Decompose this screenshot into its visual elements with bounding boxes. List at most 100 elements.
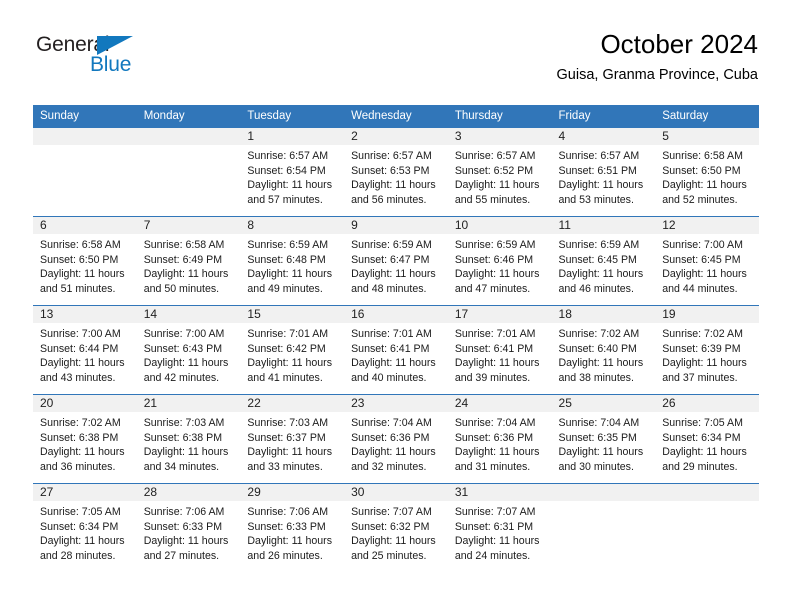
day-number: 24 (447, 395, 552, 412)
day-cell-inner: 7 Sunrise: 6:58 AM Sunset: 6:49 PM Daylight… (136, 217, 241, 305)
sunset-text: Sunset: 6:38 PM (40, 431, 119, 444)
sunrise-text: Sunrise: 7:00 AM (143, 328, 225, 340)
day-number: 29 (240, 484, 345, 501)
daylight-text: Daylight: 11 hours and 46 minutes. (558, 268, 644, 295)
sunrise-text: Sunrise: 6:59 AM (351, 239, 432, 251)
calendar-day-cell[interactable]: 31 Sunrise: 7:07 AM Sunset: 6:31 PM Dayligh… (447, 483, 552, 572)
day-info: Sunrise: 7:01 AM Sunset: 6:41 PM Daylight:… (344, 323, 448, 385)
day-info: Sunrise: 6:57 AM Sunset: 6:53 PM Daylight:… (344, 145, 448, 207)
daylight-text: Daylight: 11 hours and 27 minutes. (143, 535, 229, 562)
sunrise-text: Sunrise: 6:59 AM (558, 239, 640, 251)
sunset-text: Sunset: 6:36 PM (454, 431, 534, 444)
calendar-day-cell[interactable]: 26 Sunrise: 7:05 AM Sunset: 6:34 PM Dayligh… (655, 394, 759, 484)
daylight-text: Daylight: 11 hours and 31 minutes. (454, 446, 540, 473)
calendar-day-cell[interactable]: 27 Sunrise: 7:05 AM Sunset: 6:34 PM Dayligh… (33, 483, 137, 572)
calendar-day-cell[interactable]: 2 Sunrise: 6:57 AM Sunset: 6:53 PM Daylight… (344, 128, 448, 217)
calendar-day-cell[interactable]: 16 Sunrise: 7:01 AM Sunset: 6:41 PM Dayligh… (344, 305, 448, 395)
calendar-day-cell[interactable]: 23 Sunrise: 7:04 AM Sunset: 6:36 PM Dayligh… (344, 394, 448, 484)
weekday-header-tuesday: Tuesday (240, 105, 345, 128)
calendar-day-cell[interactable]: 9 Sunrise: 6:59 AM Sunset: 6:47 PM Daylight… (344, 216, 448, 306)
calendar-day-cell[interactable]: 30 Sunrise: 7:07 AM Sunset: 6:32 PM Dayligh… (344, 483, 448, 572)
day-info: Sunrise: 7:05 AM Sunset: 6:34 PM Daylight:… (33, 501, 137, 563)
sunrise-text: Sunrise: 7:04 AM (351, 417, 432, 429)
sunrise-text: Sunrise: 7:06 AM (143, 506, 225, 518)
day-cell-inner: 1 Sunrise: 6:57 AM Sunset: 6:54 PM Daylight… (240, 128, 345, 216)
day-info: Sunrise: 7:02 AM Sunset: 6:38 PM Daylight:… (33, 412, 137, 474)
sunrise-text: Sunrise: 7:02 AM (40, 417, 121, 429)
sunrise-text: Sunrise: 6:57 AM (454, 150, 536, 162)
day-number: 19 (655, 306, 759, 323)
sunrise-text: Sunrise: 7:00 AM (40, 328, 121, 340)
sunset-text: Sunset: 6:33 PM (247, 520, 326, 533)
sunset-text: Sunset: 6:45 PM (662, 253, 741, 266)
calendar-day-cell[interactable]: 18 Sunrise: 7:02 AM Sunset: 6:40 PM Dayligh… (551, 305, 656, 395)
calendar-day-cell[interactable]: 1 Sunrise: 6:57 AM Sunset: 6:54 PM Daylight… (240, 128, 345, 217)
day-cell-inner: 19 Sunrise: 7:02 AM Sunset: 6:39 PM Dayligh… (655, 306, 759, 394)
sunset-text: Sunset: 6:33 PM (143, 520, 223, 533)
day-info: Sunrise: 7:02 AM Sunset: 6:39 PM Daylight:… (655, 323, 759, 385)
day-cell-inner: 29 Sunrise: 7:06 AM Sunset: 6:33 PM Dayligh… (240, 484, 345, 572)
calendar-day-cell[interactable]: 5 Sunrise: 6:58 AM Sunset: 6:50 PM Daylight… (655, 128, 759, 217)
calendar-day-cell[interactable]: 13 Sunrise: 7:00 AM Sunset: 6:44 PM Dayligh… (33, 305, 137, 395)
sunset-text: Sunset: 6:45 PM (558, 253, 637, 266)
day-number: 11 (551, 217, 656, 234)
day-cell-inner: 23 Sunrise: 7:04 AM Sunset: 6:36 PM Dayligh… (344, 395, 448, 483)
day-info: Sunrise: 7:04 AM Sunset: 6:36 PM Daylight:… (448, 412, 552, 474)
daylight-text: Daylight: 11 hours and 44 minutes. (662, 268, 747, 295)
day-cell-inner: 15 Sunrise: 7:01 AM Sunset: 6:42 PM Dayligh… (240, 306, 345, 394)
day-cell-inner: 31 Sunrise: 7:07 AM Sunset: 6:31 PM Dayligh… (447, 484, 552, 572)
sunset-text: Sunset: 6:46 PM (454, 253, 534, 266)
day-cell-inner: 26 Sunrise: 7:05 AM Sunset: 6:34 PM Dayligh… (655, 395, 759, 483)
sunrise-text: Sunrise: 7:02 AM (662, 328, 743, 340)
sunrise-text: Sunrise: 7:03 AM (247, 417, 329, 429)
day-info: Sunrise: 6:58 AM Sunset: 6:49 PM Daylight:… (137, 234, 241, 296)
calendar-day-cell[interactable]: 4 Sunrise: 6:57 AM Sunset: 6:51 PM Daylight… (551, 128, 656, 217)
calendar-day-cell[interactable]: 28 Sunrise: 7:06 AM Sunset: 6:33 PM Dayligh… (136, 483, 241, 572)
calendar-day-cell[interactable]: 6 Sunrise: 6:58 AM Sunset: 6:50 PM Daylight… (33, 216, 137, 306)
general-blue-logo[interactable]: General Blue (33, 33, 213, 85)
calendar-day-cell[interactable]: 10 Sunrise: 6:59 AM Sunset: 6:46 PM Dayligh… (447, 216, 552, 306)
sunrise-text: Sunrise: 7:04 AM (558, 417, 640, 429)
calendar-day-cell[interactable]: 19 Sunrise: 7:02 AM Sunset: 6:39 PM Dayligh… (655, 305, 759, 395)
calendar-day-cell-empty (551, 483, 656, 572)
day-cell-inner (655, 484, 759, 572)
sunrise-text: Sunrise: 7:01 AM (351, 328, 432, 340)
daylight-text: Daylight: 11 hours and 30 minutes. (558, 446, 644, 473)
calendar-day-cell[interactable]: 29 Sunrise: 7:06 AM Sunset: 6:33 PM Dayligh… (240, 483, 345, 572)
calendar-day-cell[interactable]: 14 Sunrise: 7:00 AM Sunset: 6:43 PM Dayligh… (136, 305, 241, 395)
calendar-day-cell[interactable]: 20 Sunrise: 7:02 AM Sunset: 6:38 PM Dayligh… (33, 394, 137, 484)
calendar-day-cell[interactable]: 22 Sunrise: 7:03 AM Sunset: 6:37 PM Dayligh… (240, 394, 345, 484)
sunrise-text: Sunrise: 6:58 AM (40, 239, 121, 251)
calendar-day-cell[interactable]: 15 Sunrise: 7:01 AM Sunset: 6:42 PM Dayligh… (240, 305, 345, 395)
sunset-text: Sunset: 6:54 PM (247, 164, 326, 177)
daylight-text: Daylight: 11 hours and 42 minutes. (143, 357, 229, 384)
daylight-text: Daylight: 11 hours and 40 minutes. (351, 357, 436, 384)
day-number: 14 (136, 306, 241, 323)
calendar-day-cell[interactable]: 8 Sunrise: 6:59 AM Sunset: 6:48 PM Daylight… (240, 216, 345, 306)
day-info: Sunrise: 7:00 AM Sunset: 6:45 PM Daylight:… (655, 234, 759, 296)
sunrise-text: Sunrise: 7:04 AM (454, 417, 536, 429)
day-info: Sunrise: 7:07 AM Sunset: 6:32 PM Daylight:… (344, 501, 448, 563)
calendar-day-cell[interactable]: 17 Sunrise: 7:01 AM Sunset: 6:41 PM Dayligh… (447, 305, 552, 395)
daylight-text: Daylight: 11 hours and 36 minutes. (40, 446, 125, 473)
calendar-day-cell[interactable]: 7 Sunrise: 6:58 AM Sunset: 6:49 PM Daylight… (136, 216, 241, 306)
sunrise-sunset-calendar: Sunday Monday Tuesday Wednesday Thursday… (33, 105, 759, 572)
calendar-day-cell[interactable]: 25 Sunrise: 7:04 AM Sunset: 6:35 PM Dayligh… (551, 394, 656, 484)
day-cell-inner: 30 Sunrise: 7:07 AM Sunset: 6:32 PM Dayligh… (344, 484, 448, 572)
day-number: 3 (447, 128, 552, 145)
page-title: October 2024 (600, 29, 758, 59)
day-cell-inner: 13 Sunrise: 7:00 AM Sunset: 6:44 PM Dayligh… (33, 306, 137, 394)
calendar-day-cell[interactable]: 21 Sunrise: 7:03 AM Sunset: 6:38 PM Dayligh… (136, 394, 241, 484)
day-number (655, 484, 759, 501)
sunset-text: Sunset: 6:43 PM (143, 342, 223, 355)
day-number (33, 128, 137, 145)
day-number: 26 (655, 395, 759, 412)
calendar-header-row: Sunday Monday Tuesday Wednesday Thursday… (33, 105, 759, 128)
calendar-day-cell[interactable]: 24 Sunrise: 7:04 AM Sunset: 6:36 PM Dayligh… (447, 394, 552, 484)
calendar-day-cell[interactable]: 3 Sunrise: 6:57 AM Sunset: 6:52 PM Daylight… (447, 128, 552, 217)
day-cell-inner: 4 Sunrise: 6:57 AM Sunset: 6:51 PM Daylight… (551, 128, 656, 216)
calendar-day-cell[interactable]: 12 Sunrise: 7:00 AM Sunset: 6:45 PM Dayligh… (655, 216, 759, 306)
day-cell-inner: 5 Sunrise: 6:58 AM Sunset: 6:50 PM Daylight… (655, 128, 759, 216)
day-info: Sunrise: 7:04 AM Sunset: 6:36 PM Daylight:… (344, 412, 448, 474)
calendar-day-cell[interactable]: 11 Sunrise: 6:59 AM Sunset: 6:45 PM Dayligh… (551, 216, 656, 306)
